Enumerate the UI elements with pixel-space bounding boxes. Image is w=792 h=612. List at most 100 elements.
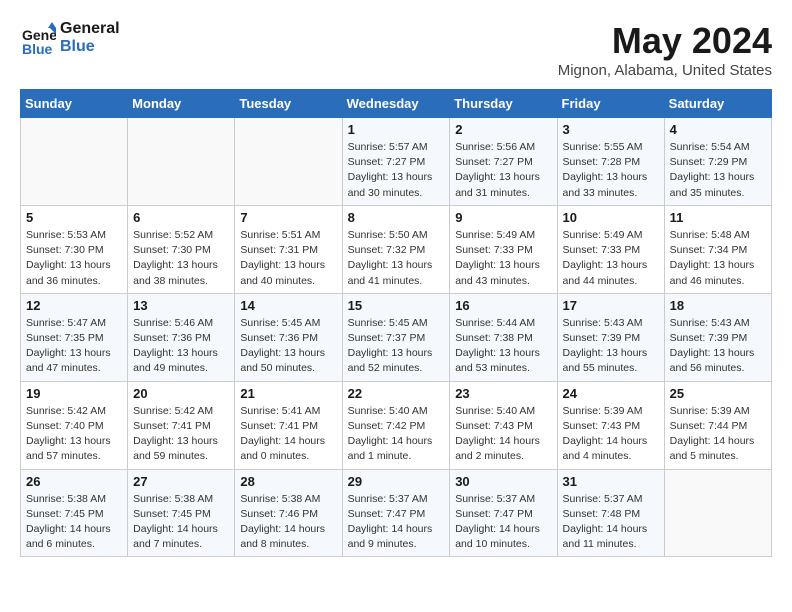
day-info: Sunrise: 5:42 AMSunset: 7:41 PMDaylight:… [133,404,229,465]
calendar-cell: 12Sunrise: 5:47 AMSunset: 7:35 PMDayligh… [21,293,128,381]
calendar-cell: 14Sunrise: 5:45 AMSunset: 7:36 PMDayligh… [235,293,342,381]
calendar-cell: 16 Sunrise: 5:44 AMSunset: 7:38 PMDayligh… [450,293,557,381]
day-info: Sunrise: 5:51 AMSunset: 7:31 PMDaylight:… [240,228,336,289]
day-info: Sunrise: 5:38 AMSunset: 7:46 PMDaylight:… [240,492,336,553]
calendar-week-row: 19 Sunrise: 5:42 AMSunset: 7:40 PMDayligh… [21,381,772,469]
day-number: 8 [348,210,445,225]
day-number: 20 [133,386,229,401]
day-info: Sunrise: 5:44 AMSunset: 7:38 PMDaylight:… [455,316,551,377]
day-info: Sunrise: 5:37 AMSunset: 7:48 PMDaylight:… [563,492,659,553]
day-info: Sunrise: 5:37 AMSunset: 7:47 PMDaylight:… [455,492,551,553]
calendar-cell: 17Sunrise: 5:43 AMSunset: 7:39 PMDayligh… [557,293,664,381]
day-number: 2 [455,122,551,137]
day-number: 5 [26,210,122,225]
day-info: Sunrise: 5:38 AMSunset: 7:45 PMDaylight:… [133,492,229,553]
day-number: 27 [133,474,229,489]
day-number: 22 [348,386,445,401]
day-info: Sunrise: 5:49 AMSunset: 7:33 PMDaylight:… [563,228,659,289]
day-number: 29 [348,474,445,489]
day-number: 19 [26,386,122,401]
day-number: 16 [455,298,551,313]
day-info: Sunrise: 5:57 AMSunset: 7:27 PMDaylight:… [348,140,445,201]
day-info: Sunrise: 5:42 AMSunset: 7:40 PMDaylight:… [26,404,122,465]
calendar-cell: 7 Sunrise: 5:51 AMSunset: 7:31 PMDaylight… [235,205,342,293]
day-number: 15 [348,298,445,313]
day-info: Sunrise: 5:49 AMSunset: 7:33 PMDaylight:… [455,228,551,289]
day-info: Sunrise: 5:43 AMSunset: 7:39 PMDaylight:… [670,316,766,377]
day-number: 25 [670,386,766,401]
day-info: Sunrise: 5:37 AMSunset: 7:47 PMDaylight:… [348,492,445,553]
weekday-header: Saturday [664,90,771,118]
calendar-cell: 9 Sunrise: 5:49 AMSunset: 7:33 PMDaylight… [450,205,557,293]
day-info: Sunrise: 5:50 AMSunset: 7:32 PMDaylight:… [348,228,445,289]
calendar-week-row: 5 Sunrise: 5:53 AMSunset: 7:30 PMDaylight… [21,205,772,293]
day-number: 1 [348,122,445,137]
weekday-header: Wednesday [342,90,450,118]
calendar-cell: 8 Sunrise: 5:50 AMSunset: 7:32 PMDaylight… [342,205,450,293]
logo-general: General [60,20,120,38]
day-number: 9 [455,210,551,225]
day-number: 23 [455,386,551,401]
calendar-cell: 23Sunrise: 5:40 AMSunset: 7:43 PMDayligh… [450,381,557,469]
title-block: May 2024 Mignon, Alabama, United States [558,20,772,79]
day-number: 28 [240,474,336,489]
calendar-cell: 29 Sunrise: 5:37 AMSunset: 7:47 PMDayligh… [342,469,450,557]
day-info: Sunrise: 5:45 AMSunset: 7:36 PMDaylight:… [240,316,336,377]
day-number: 13 [133,298,229,313]
day-number: 10 [563,210,659,225]
calendar-cell: 28 Sunrise: 5:38 AMSunset: 7:46 PMDayligh… [235,469,342,557]
day-number: 6 [133,210,229,225]
calendar-cell: 27 Sunrise: 5:38 AMSunset: 7:45 PMDayligh… [128,469,235,557]
calendar-cell: 15 Sunrise: 5:45 AMSunset: 7:37 PMDayligh… [342,293,450,381]
calendar-cell: 13 Sunrise: 5:46 AMSunset: 7:36 PMDayligh… [128,293,235,381]
svg-text:Blue: Blue [22,41,53,56]
page-header: General Blue General Blue May 2024 Migno… [20,20,772,79]
day-info: Sunrise: 5:56 AMSunset: 7:27 PMDaylight:… [455,140,551,201]
day-info: Sunrise: 5:55 AMSunset: 7:28 PMDaylight:… [563,140,659,201]
calendar-table: SundayMondayTuesdayWednesdayThursdayFrid… [20,89,772,557]
day-number: 11 [670,210,766,225]
calendar-week-row: 1 Sunrise: 5:57 AMSunset: 7:27 PMDaylight… [21,118,772,206]
day-info: Sunrise: 5:39 AMSunset: 7:44 PMDaylight:… [670,404,766,465]
weekday-header: Sunday [21,90,128,118]
location: Mignon, Alabama, United States [558,62,772,79]
day-info: Sunrise: 5:45 AMSunset: 7:37 PMDaylight:… [348,316,445,377]
day-number: 7 [240,210,336,225]
calendar-cell: 10 Sunrise: 5:49 AMSunset: 7:33 PMDayligh… [557,205,664,293]
day-info: Sunrise: 5:46 AMSunset: 7:36 PMDaylight:… [133,316,229,377]
calendar-cell: 30 Sunrise: 5:37 AMSunset: 7:47 PMDayligh… [450,469,557,557]
calendar-week-row: 12Sunrise: 5:47 AMSunset: 7:35 PMDayligh… [21,293,772,381]
calendar-cell [21,118,128,206]
day-info: Sunrise: 5:53 AMSunset: 7:30 PMDaylight:… [26,228,122,289]
calendar-cell: 20 Sunrise: 5:42 AMSunset: 7:41 PMDayligh… [128,381,235,469]
calendar-week-row: 26Sunrise: 5:38 AMSunset: 7:45 PMDayligh… [21,469,772,557]
calendar-cell: 25 Sunrise: 5:39 AMSunset: 7:44 PMDayligh… [664,381,771,469]
logo-blue: Blue [60,38,120,56]
calendar-cell: 2 Sunrise: 5:56 AMSunset: 7:27 PMDaylight… [450,118,557,206]
weekday-header: Thursday [450,90,557,118]
day-number: 30 [455,474,551,489]
calendar-cell [664,469,771,557]
day-number: 31 [563,474,659,489]
calendar-cell: 19 Sunrise: 5:42 AMSunset: 7:40 PMDayligh… [21,381,128,469]
calendar-cell: 31 Sunrise: 5:37 AMSunset: 7:48 PMDayligh… [557,469,664,557]
calendar-cell [235,118,342,206]
calendar-cell: 26Sunrise: 5:38 AMSunset: 7:45 PMDayligh… [21,469,128,557]
day-info: Sunrise: 5:40 AMSunset: 7:42 PMDaylight:… [348,404,445,465]
calendar-cell: 1 Sunrise: 5:57 AMSunset: 7:27 PMDaylight… [342,118,450,206]
calendar-cell: 21Sunrise: 5:41 AMSunset: 7:41 PMDayligh… [235,381,342,469]
calendar-cell: 6Sunrise: 5:52 AMSunset: 7:30 PMDaylight… [128,205,235,293]
day-info: Sunrise: 5:54 AMSunset: 7:29 PMDaylight:… [670,140,766,201]
calendar-cell [128,118,235,206]
day-info: Sunrise: 5:38 AMSunset: 7:45 PMDaylight:… [26,492,122,553]
day-number: 18 [670,298,766,313]
day-info: Sunrise: 5:41 AMSunset: 7:41 PMDaylight:… [240,404,336,465]
calendar-cell: 4Sunrise: 5:54 AMSunset: 7:29 PMDaylight… [664,118,771,206]
day-number: 24 [563,386,659,401]
logo-icon: General Blue [20,20,56,56]
calendar-cell: 3Sunrise: 5:55 AMSunset: 7:28 PMDaylight… [557,118,664,206]
calendar-cell: 18 Sunrise: 5:43 AMSunset: 7:39 PMDayligh… [664,293,771,381]
logo: General Blue General Blue [20,20,120,56]
weekday-header: Friday [557,90,664,118]
calendar-cell: 5 Sunrise: 5:53 AMSunset: 7:30 PMDaylight… [21,205,128,293]
